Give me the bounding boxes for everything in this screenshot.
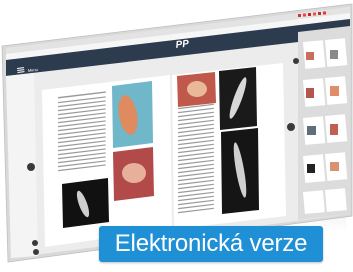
sidebar-toggle-button[interactable] (293, 58, 299, 64)
electronic-version-caption: Elektronická verze (99, 226, 323, 262)
surgical-photo-wound-detail (122, 163, 146, 183)
thumbnail-page[interactable] (325, 188, 347, 212)
publisher-logo: PP (175, 38, 190, 51)
zoom-in-button[interactable] (32, 240, 38, 246)
thumbnail-page[interactable] (303, 190, 325, 214)
next-page-button[interactable] (287, 123, 295, 131)
zoom-out-button[interactable] (33, 249, 39, 255)
menu-icon[interactable] (17, 67, 25, 73)
surgical-photo-hand-detail (187, 81, 207, 97)
back-button[interactable] (27, 163, 35, 171)
